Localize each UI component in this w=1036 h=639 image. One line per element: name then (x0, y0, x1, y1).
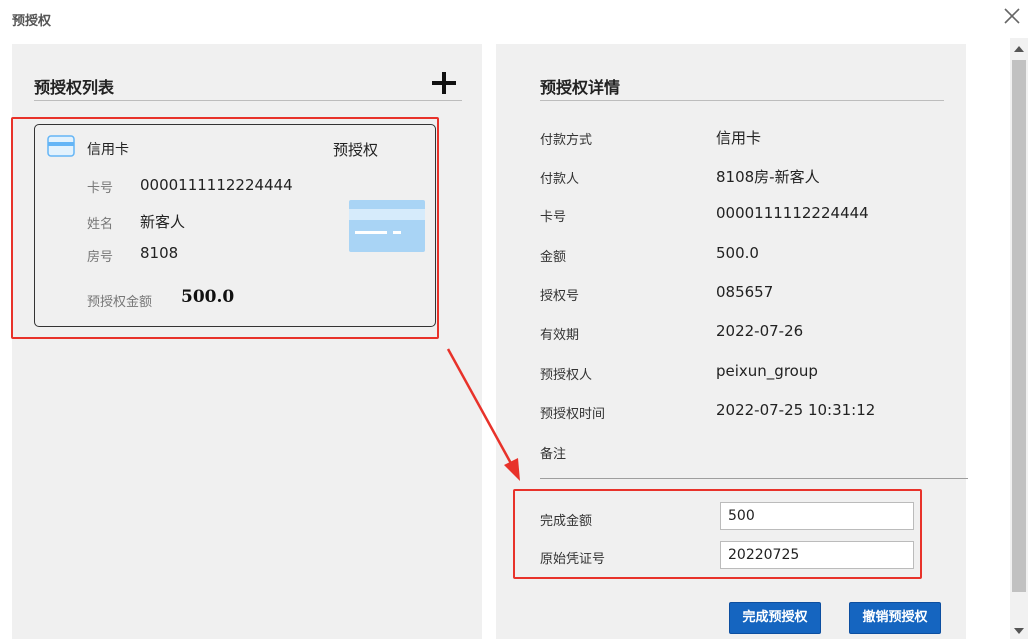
detail-label: 有效期 (540, 328, 580, 343)
scroll-up-icon[interactable] (1012, 44, 1026, 54)
detail-value: peixun_group (716, 362, 818, 380)
detail-value: 信用卡 (716, 129, 762, 147)
close-icon[interactable] (1002, 6, 1022, 26)
dialog-title: 预授权 (12, 14, 52, 29)
complete-preauth-button[interactable]: 完成预授权 (729, 602, 821, 634)
preauth-detail-heading: 预授权详情 (540, 78, 621, 97)
detail-label: 预授权人 (540, 368, 593, 383)
detail-label: 预授权时间 (540, 407, 606, 422)
scrollbar-thumb[interactable] (1012, 60, 1026, 592)
detail-value: 2022-07-25 10:31:12 (716, 401, 876, 419)
detail-label: 卡号 (540, 210, 567, 225)
dialog-titlebar: 预授权 (0, 0, 1036, 38)
detail-label: 授权号 (540, 289, 580, 304)
detail-value: 500.0 (716, 244, 759, 262)
detail-divider (540, 478, 968, 479)
scroll-down-icon[interactable] (1012, 626, 1026, 636)
cancel-preauth-button[interactable]: 撤销预授权 (849, 602, 941, 634)
detail-label: 付款方式 (540, 133, 593, 148)
detail-label: 金额 (540, 250, 567, 265)
detail-value: 2022-07-26 (716, 322, 804, 340)
detail-label: 付款人 (540, 172, 580, 187)
form-highlight (513, 489, 922, 579)
heading-divider (34, 100, 462, 101)
detail-value: 085657 (716, 283, 774, 301)
detail-value: 8108房-新客人 (716, 168, 820, 186)
detail-label: 备注 (540, 447, 567, 462)
add-preauth-icon[interactable] (430, 70, 458, 98)
detail-value: 0000111112224444 (716, 204, 869, 222)
card-highlight (11, 117, 439, 339)
arrow-icon (446, 348, 520, 481)
preauth-list-heading: 预授权列表 (34, 78, 115, 97)
heading-divider (540, 100, 944, 101)
